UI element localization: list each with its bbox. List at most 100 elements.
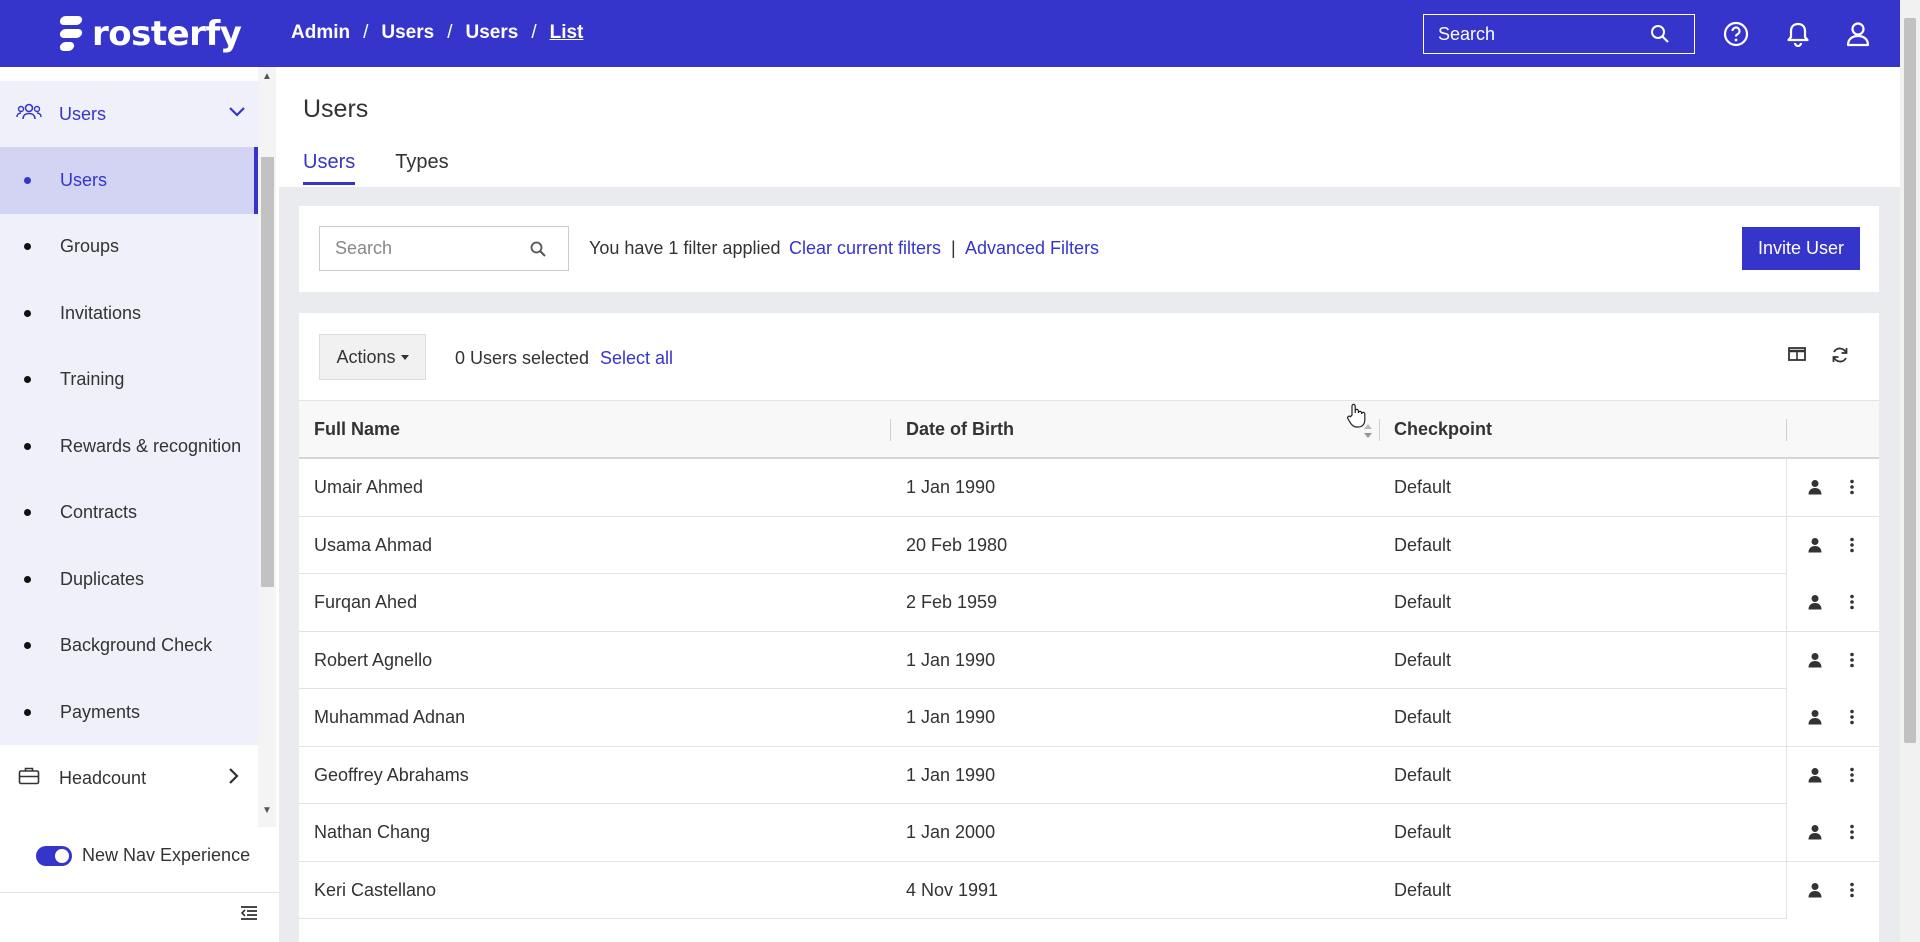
tab-users[interactable]: Users	[303, 151, 356, 185]
page-scrollbar-thumb[interactable]	[1904, 18, 1916, 743]
view-profile-icon[interactable]	[1807, 479, 1823, 500]
sidebar-item-background-check[interactable]: Background Check	[0, 613, 258, 680]
sidebar-scrollbar-thumb[interactable]	[261, 157, 274, 587]
more-options-icon[interactable]	[1849, 652, 1855, 673]
more-options-icon[interactable]	[1849, 709, 1855, 730]
new-nav-toggle-label: New Nav Experience	[82, 845, 251, 865]
chevron-down-icon[interactable]	[228, 105, 246, 123]
view-profile-icon[interactable]	[1807, 709, 1823, 730]
cell-date-of-birth: 1 Jan 2000	[906, 822, 996, 842]
table-row[interactable]: Usama Ahmad 20 Feb 1980 Default	[299, 516, 1879, 574]
sidebar-item-training[interactable]: Training	[0, 347, 258, 414]
row-actions	[1786, 861, 1879, 919]
search-icon[interactable]	[1650, 24, 1670, 44]
table-header: Full Name Date of Birth Checkpoint	[299, 400, 1879, 459]
view-profile-icon[interactable]	[1807, 824, 1823, 845]
chevron-right-icon[interactable]	[228, 767, 240, 790]
bullet-icon	[24, 708, 31, 716]
more-options-icon[interactable]	[1849, 824, 1855, 845]
bullet-icon	[24, 642, 31, 650]
notification-bell-icon[interactable]	[1784, 20, 1812, 48]
table-row[interactable]: Keri Castellano 4 Nov 1991 Default	[299, 861, 1879, 919]
actions-label: Actions	[336, 346, 396, 367]
users-group-icon	[16, 102, 42, 127]
cell-date-of-birth: 1 Jan 1990	[906, 707, 996, 727]
help-icon[interactable]	[1722, 20, 1750, 48]
view-profile-icon[interactable]	[1807, 767, 1823, 788]
rosterfy-logo[interactable]: rosterfy	[58, 14, 242, 54]
breadcrumb-users-sub[interactable]: Users	[466, 22, 519, 44]
cell-full-name[interactable]: Robert Agnello	[314, 632, 432, 689]
sidebar-item-users[interactable]: Users	[0, 147, 258, 214]
cell-full-name[interactable]: Keri Castellano	[314, 862, 436, 919]
column-resize-handle[interactable]	[1379, 419, 1380, 441]
sidebar-scrollbar[interactable]: ▲ ▼	[258, 67, 276, 827]
collapse-sidebar-icon[interactable]	[240, 905, 258, 926]
sidebar-group-headcount[interactable]: Headcount	[0, 745, 258, 811]
cell-full-name[interactable]: Usama Ahmad	[314, 517, 432, 574]
column-resize-handle[interactable]	[1786, 419, 1787, 441]
breadcrumb-separator: /	[447, 22, 453, 43]
column-header-date-of-birth[interactable]: Date of Birth	[906, 401, 1014, 457]
breadcrumb-users[interactable]: Users	[381, 22, 434, 44]
row-actions	[1786, 804, 1879, 861]
scroll-down-arrow-icon[interactable]: ▼	[262, 805, 272, 816]
more-options-icon[interactable]	[1849, 479, 1855, 500]
more-options-icon[interactable]	[1849, 537, 1855, 558]
cell-date-of-birth: 1 Jan 1990	[906, 649, 996, 670]
more-options-icon[interactable]	[1849, 594, 1855, 615]
search-icon[interactable]	[530, 241, 546, 257]
logo-mark-icon	[58, 14, 86, 54]
cell-full-name[interactable]: Furqan Ahed	[314, 574, 417, 631]
clear-filters-link[interactable]: Clear current filters	[789, 238, 941, 259]
select-all-link[interactable]: Select all	[600, 348, 673, 369]
sidebar-item-contracts[interactable]: Contracts	[0, 480, 258, 547]
breadcrumb-current[interactable]: List	[550, 22, 584, 44]
briefcase-icon	[18, 767, 40, 790]
sidebar-item-groups[interactable]: Groups	[0, 214, 258, 281]
bullet-icon	[24, 309, 31, 317]
cell-checkpoint: Default	[1394, 534, 1452, 555]
columns-icon[interactable]	[1788, 346, 1806, 367]
column-header-full-name[interactable]: Full Name	[314, 401, 400, 457]
new-nav-toggle[interactable]	[36, 845, 72, 866]
sidebar-item-invitations[interactable]: Invitations	[0, 280, 258, 347]
cell-full-name[interactable]: Umair Ahmed	[314, 459, 423, 516]
table-row[interactable]: Nathan Chang 1 Jan 2000 Default	[299, 804, 1879, 862]
filter-status-text: You have 1 filter applied	[589, 238, 781, 258]
column-resize-handle[interactable]	[890, 419, 891, 441]
invite-user-button[interactable]: Invite User	[1741, 227, 1860, 270]
table-row[interactable]: Umair Ahmed 1 Jan 1990 Default	[299, 459, 1879, 517]
cell-checkpoint: Default	[1394, 822, 1452, 842]
scroll-up-arrow-icon[interactable]: ▲	[262, 71, 272, 82]
view-profile-icon[interactable]	[1807, 594, 1823, 615]
cell-full-name[interactable]: Geoffrey Abrahams	[314, 747, 469, 804]
table-row[interactable]: Muhammad Adnan 1 Jan 1990 Default	[299, 689, 1879, 747]
top-search-input[interactable]	[1424, 23, 1650, 45]
tab-types[interactable]: Types	[395, 151, 448, 185]
sidebar-group-users[interactable]: Users	[0, 81, 258, 147]
sidebar-item-rewards[interactable]: Rewards & recognition	[0, 413, 258, 480]
sidebar-item-payments[interactable]: Payments	[0, 679, 258, 746]
more-options-icon[interactable]	[1849, 767, 1855, 788]
actions-dropdown-button[interactable]: Actions	[319, 334, 426, 380]
view-profile-icon[interactable]	[1807, 537, 1823, 558]
user-profile-icon[interactable]	[1844, 20, 1872, 48]
breadcrumb: Admin / Users / Users / List	[291, 22, 583, 44]
more-options-icon[interactable]	[1849, 882, 1855, 903]
table-row[interactable]: Furqan Ahed 2 Feb 1959 Default	[299, 574, 1879, 632]
view-profile-icon[interactable]	[1807, 652, 1823, 673]
user-search-input[interactable]	[320, 238, 530, 259]
advanced-filters-link[interactable]: Advanced Filters	[965, 238, 1099, 259]
view-profile-icon[interactable]	[1807, 882, 1823, 903]
refresh-icon[interactable]	[1831, 346, 1849, 369]
sidebar-item-duplicates[interactable]: Duplicates	[0, 546, 258, 613]
cell-full-name[interactable]: Nathan Chang	[314, 804, 430, 861]
page-scrollbar[interactable]	[1900, 0, 1920, 942]
table-row[interactable]: Robert Agnello 1 Jan 1990 Default	[299, 631, 1879, 689]
sidebar-item-label: Payments	[60, 701, 141, 722]
cell-full-name[interactable]: Muhammad Adnan	[314, 689, 465, 746]
column-header-checkpoint[interactable]: Checkpoint	[1394, 401, 1492, 457]
table-row[interactable]: Geoffrey Abrahams 1 Jan 1990 Default	[299, 746, 1879, 804]
breadcrumb-admin[interactable]: Admin	[291, 22, 350, 44]
